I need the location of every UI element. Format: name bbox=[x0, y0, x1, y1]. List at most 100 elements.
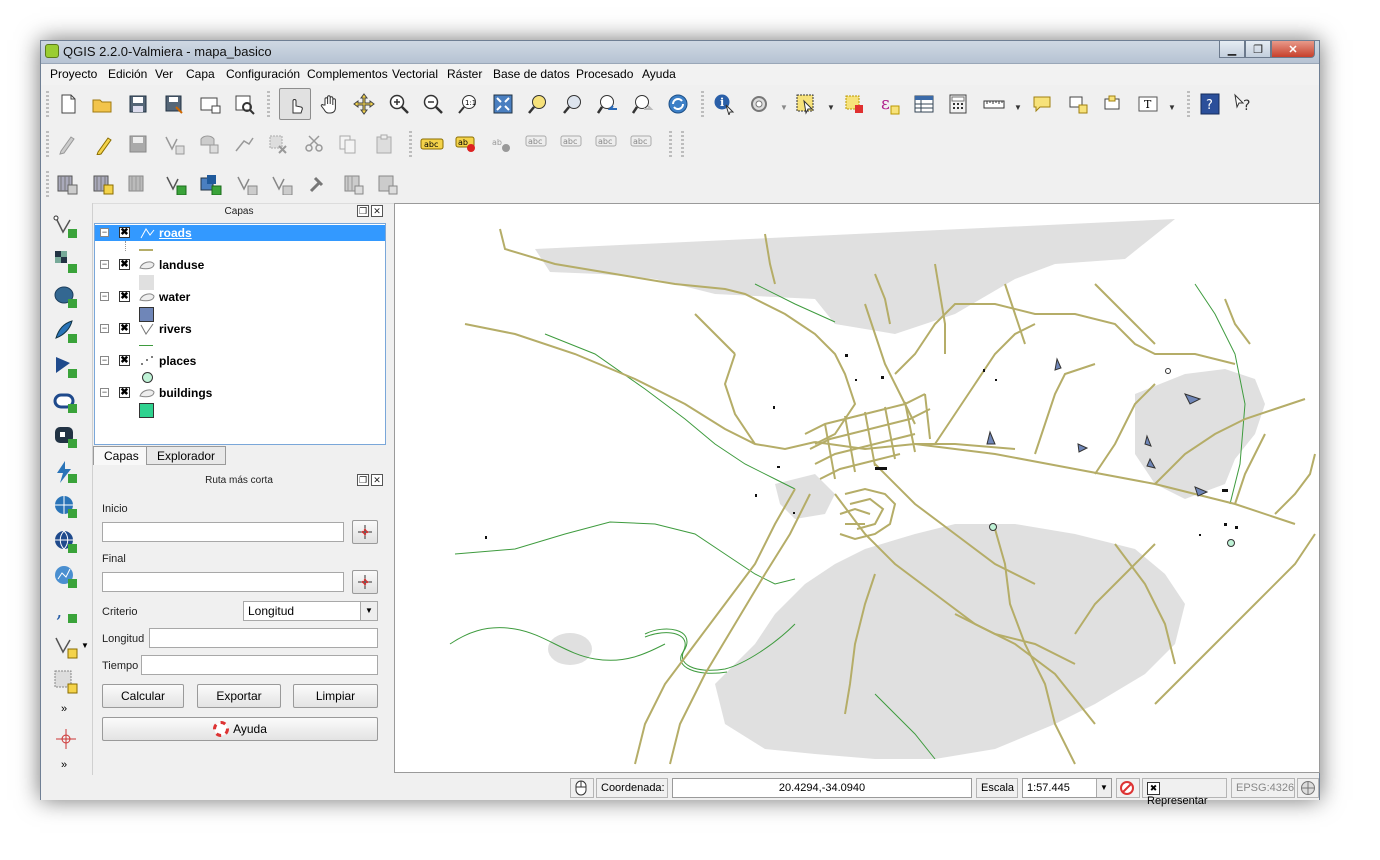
label-change-icon[interactable]: abc bbox=[594, 131, 620, 157]
add-delimited-icon[interactable]: , bbox=[52, 598, 80, 626]
add-wms-icon[interactable] bbox=[52, 423, 80, 451]
copy-features-icon[interactable] bbox=[335, 131, 361, 157]
criteria-select[interactable]: Longitud ▼ bbox=[243, 601, 378, 621]
zoom-next-icon[interactable] bbox=[630, 91, 656, 117]
save-as-icon[interactable] bbox=[161, 91, 187, 117]
add-spatialite-icon[interactable] bbox=[198, 171, 224, 197]
new-bookmark-icon[interactable] bbox=[1065, 91, 1091, 117]
map-tips-icon[interactable] bbox=[1029, 91, 1055, 117]
calculate-button[interactable]: Calcular bbox=[102, 684, 184, 708]
layer-name-buildings[interactable]: buildings bbox=[159, 386, 212, 400]
layer-visibility-water[interactable]: ✖ bbox=[119, 291, 130, 302]
new-project-icon[interactable] bbox=[55, 91, 81, 117]
add-geonode-icon[interactable] bbox=[52, 563, 80, 591]
label-properties-icon[interactable]: abc bbox=[629, 131, 655, 157]
zoom-out-icon[interactable] bbox=[420, 91, 446, 117]
action-dropdown-icon[interactable]: ▼ bbox=[780, 103, 788, 112]
messages-button[interactable] bbox=[1297, 778, 1319, 798]
measure-dropdown-icon[interactable]: ▼ bbox=[1014, 103, 1022, 112]
add-wcs-icon[interactable] bbox=[52, 458, 80, 486]
node-tool-icon[interactable] bbox=[231, 131, 257, 157]
identify-icon[interactable]: i bbox=[711, 91, 737, 117]
open-attribute-table-icon[interactable] bbox=[911, 91, 937, 117]
layer-visibility-places[interactable]: ✖ bbox=[119, 355, 130, 366]
pan-to-selection-icon[interactable] bbox=[351, 91, 377, 117]
add-feature-icon[interactable] bbox=[161, 131, 187, 157]
collapse-places[interactable]: − bbox=[100, 356, 109, 365]
collapse-buildings[interactable]: − bbox=[100, 388, 109, 397]
zoom-full-icon[interactable] bbox=[490, 91, 516, 117]
menu-edicion[interactable]: Edición bbox=[108, 67, 147, 81]
new-print-composer-icon[interactable] bbox=[197, 91, 223, 117]
measure-line-icon[interactable] bbox=[981, 91, 1007, 117]
layer-name-rivers[interactable]: rivers bbox=[159, 322, 192, 336]
layer-labeling-icon[interactable]: abc bbox=[419, 131, 445, 157]
add-delimited-text-icon[interactable] bbox=[341, 171, 367, 197]
menu-ayuda[interactable]: Ayuda bbox=[642, 67, 676, 81]
layers-close-button[interactable]: ✕ bbox=[371, 205, 383, 217]
label-show-hide-icon[interactable]: ab bbox=[489, 131, 515, 157]
add-vector-layer-side-icon[interactable] bbox=[52, 213, 80, 241]
menu-capa[interactable]: Capa bbox=[186, 67, 215, 81]
zoom-in-icon[interactable] bbox=[386, 91, 412, 117]
zoom-native-icon[interactable]: 1:1 bbox=[455, 91, 481, 117]
run-feature-action-icon[interactable] bbox=[746, 91, 772, 117]
menu-raster[interactable]: Ráster bbox=[447, 67, 482, 81]
current-edits-icon[interactable] bbox=[55, 131, 81, 157]
new-spatialite-layer-icon[interactable] bbox=[269, 171, 295, 197]
layer-visibility-landuse[interactable]: ✖ bbox=[119, 259, 130, 270]
whats-this-icon[interactable]: ? bbox=[1231, 91, 1257, 117]
save-edits-icon[interactable] bbox=[125, 131, 151, 157]
layer-name-places[interactable]: places bbox=[159, 354, 196, 368]
pan-map-icon[interactable] bbox=[317, 91, 343, 117]
tab-capas[interactable]: Capas bbox=[93, 446, 150, 465]
label-pin-icon[interactable]: ab bbox=[454, 131, 480, 157]
layer-row-rivers[interactable]: − ✖ rivers bbox=[95, 321, 385, 337]
render-checkbox[interactable]: ✖ bbox=[1147, 782, 1160, 795]
help-button[interactable]: Ayuda bbox=[102, 717, 378, 741]
add-raster-layer-icon[interactable] bbox=[55, 171, 81, 197]
add-mssql-icon[interactable] bbox=[52, 353, 80, 381]
help-contents-icon[interactable]: ? bbox=[1197, 91, 1223, 117]
move-feature-icon[interactable] bbox=[196, 131, 222, 157]
zoom-last-icon[interactable] bbox=[595, 91, 621, 117]
zoom-to-layer-icon[interactable] bbox=[560, 91, 586, 117]
layer-row-places[interactable]: − ✖ places bbox=[95, 353, 385, 369]
text-annotation-icon[interactable]: T bbox=[1135, 91, 1161, 117]
layer-row-roads[interactable]: − ✖ roads bbox=[95, 225, 385, 241]
show-bookmarks-icon[interactable] bbox=[1099, 91, 1125, 117]
menu-configuracion[interactable]: Configuración bbox=[226, 67, 300, 81]
field-calculator-icon[interactable] bbox=[945, 91, 971, 117]
collapse-landuse[interactable]: − bbox=[100, 260, 109, 269]
minimize-button[interactable]: ▁ bbox=[1219, 41, 1245, 58]
layer-name-roads[interactable]: roads bbox=[159, 226, 192, 240]
composer-manager-icon[interactable] bbox=[231, 91, 257, 117]
crs-button[interactable]: EPSG:4326 bbox=[1231, 778, 1295, 798]
layer-visibility-roads[interactable]: ✖ bbox=[119, 227, 130, 238]
add-raster-side-icon[interactable] bbox=[52, 248, 80, 276]
menu-ver[interactable]: Ver bbox=[155, 67, 173, 81]
save-project-icon[interactable] bbox=[125, 91, 151, 117]
length-output-field[interactable] bbox=[149, 628, 378, 648]
time-output-field[interactable] bbox=[141, 655, 378, 675]
open-project-icon[interactable] bbox=[89, 91, 115, 117]
end-point-field[interactable] bbox=[102, 572, 344, 592]
tools-icon[interactable] bbox=[306, 171, 332, 197]
label-rotate-icon[interactable]: abc bbox=[559, 131, 585, 157]
layers-float-button[interactable]: ❐ bbox=[357, 205, 369, 217]
pick-start-button[interactable] bbox=[352, 520, 378, 544]
tab-explorador[interactable]: Explorador bbox=[146, 446, 227, 465]
scale-field[interactable]: 1:57.445 ▼ bbox=[1022, 778, 1112, 798]
layer-row-water[interactable]: − ✖ water bbox=[95, 289, 385, 305]
add-spatialite-side-icon[interactable] bbox=[52, 318, 80, 346]
menu-vectorial[interactable]: Vectorial bbox=[392, 67, 438, 81]
layer-visibility-rivers[interactable]: ✖ bbox=[119, 323, 130, 334]
select-features-icon[interactable] bbox=[793, 91, 819, 117]
restore-button[interactable]: ❐ bbox=[1245, 41, 1271, 58]
coordinate-capture-icon[interactable] bbox=[52, 725, 80, 753]
expand-toolbar-2-icon[interactable]: » bbox=[61, 759, 67, 771]
layer-style-icon[interactable] bbox=[52, 668, 80, 696]
annotation-dropdown-icon[interactable]: ▼ bbox=[1168, 103, 1176, 112]
add-wcs-layer-icon[interactable] bbox=[126, 171, 152, 197]
coordinate-field[interactable]: 20.4294,-34.0940 bbox=[672, 778, 972, 798]
